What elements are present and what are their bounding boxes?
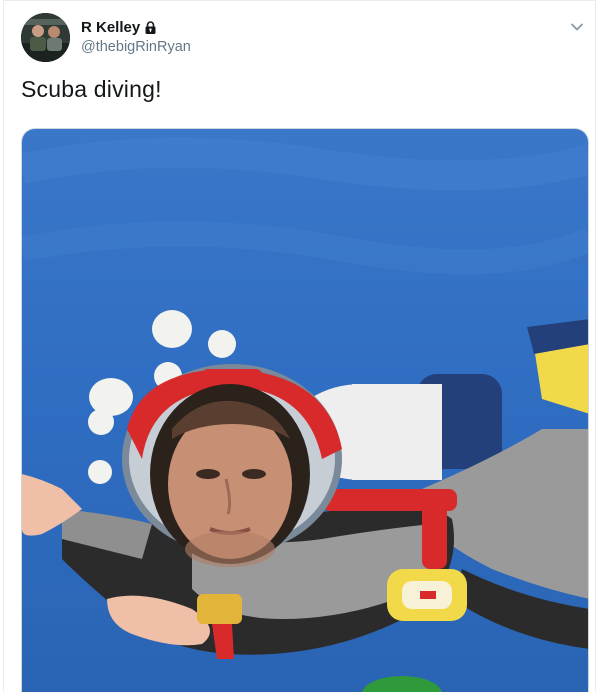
chevron-down-icon[interactable] — [569, 19, 585, 35]
tweet-text: Scuba diving! — [21, 76, 162, 102]
author-handle[interactable]: @thebigRinRyan — [81, 39, 191, 55]
tweet-card[interactable]: R Kelley @thebigRinRyan Scuba diving! — [3, 0, 596, 692]
display-name[interactable]: R Kelley — [81, 19, 140, 36]
lock-icon — [143, 20, 158, 35]
author-name-row[interactable]: R Kelley — [81, 19, 158, 36]
avatar[interactable] — [21, 13, 70, 62]
tweet-photo[interactable] — [21, 128, 589, 692]
